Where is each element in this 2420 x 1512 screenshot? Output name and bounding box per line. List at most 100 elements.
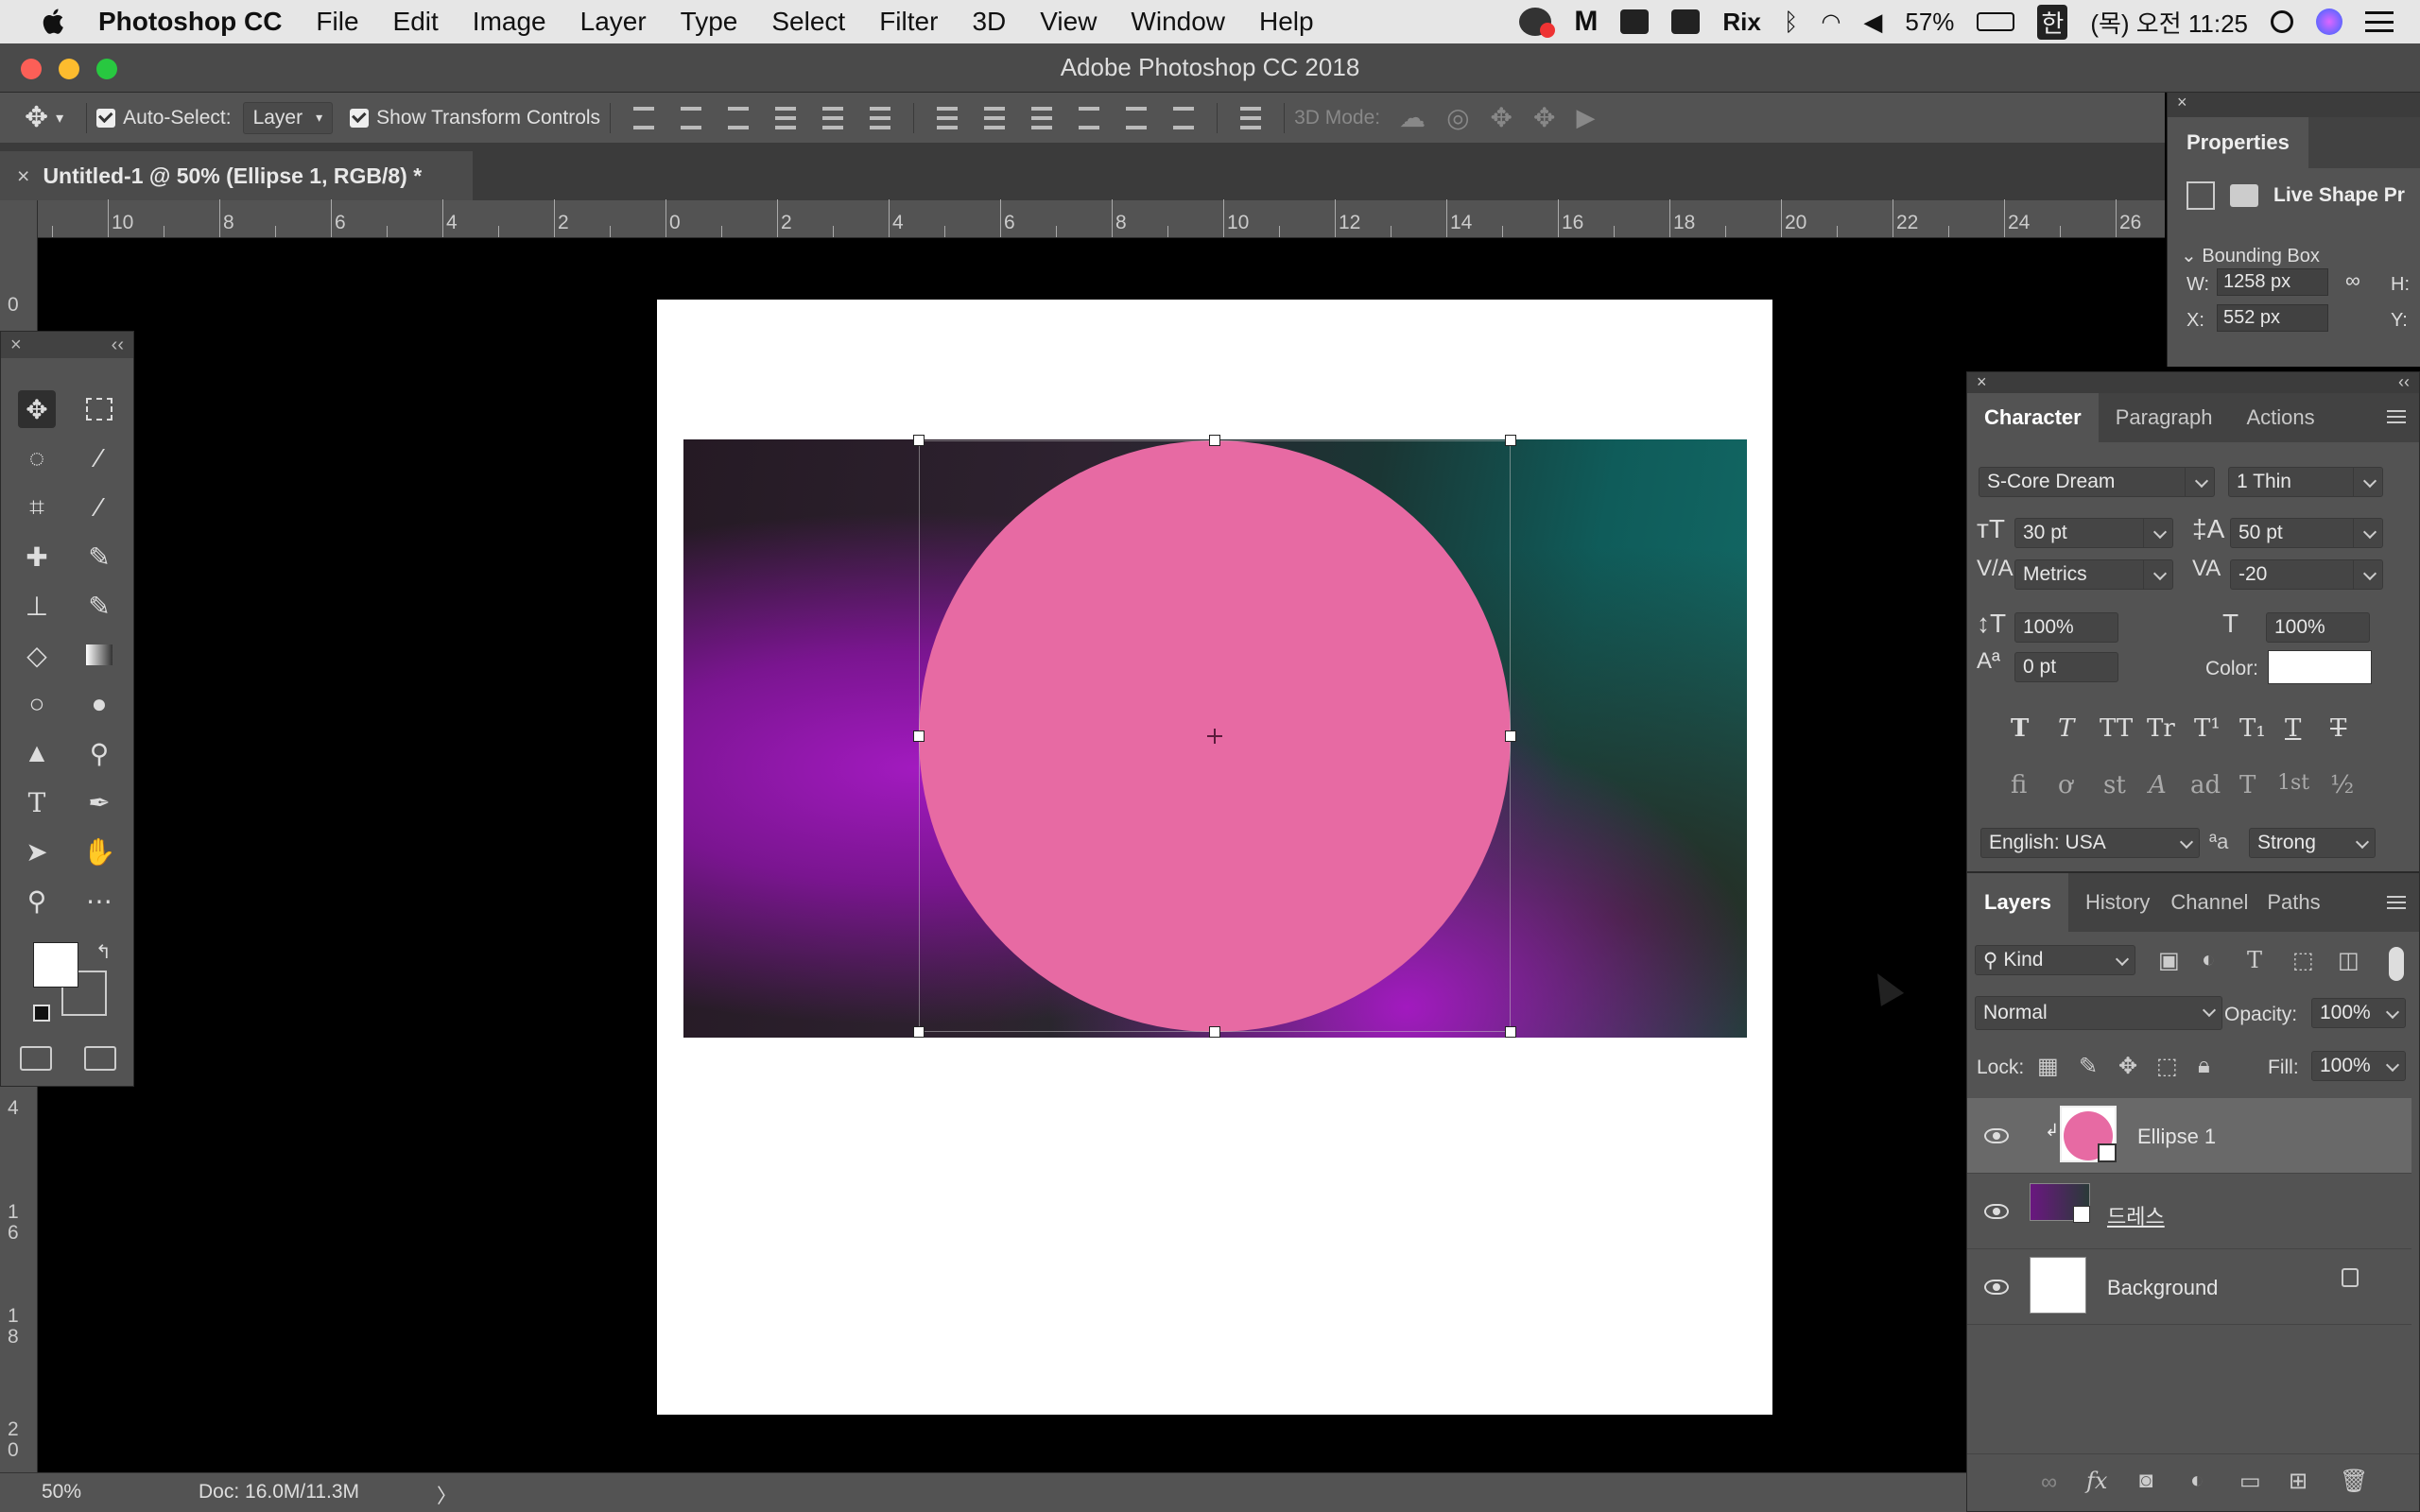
app-name[interactable]: Photoshop CC: [98, 7, 282, 37]
new-layer-icon[interactable]: ⊞: [2289, 1468, 2308, 1495]
menu-window[interactable]: Window: [1131, 7, 1225, 37]
titling-alternates-button[interactable]: T: [2239, 771, 2256, 799]
old-style-button[interactable]: ơ: [2058, 771, 2073, 799]
background-layer-thumbnail[interactable]: [2030, 1257, 2086, 1314]
visibility-eye-icon[interactable]: [1984, 1279, 2009, 1295]
close-icon[interactable]: ×: [2177, 93, 2187, 112]
ligatures-button[interactable]: fi: [2011, 771, 2027, 799]
align-hcenter-icon[interactable]: [822, 106, 844, 129]
tab-paragraph[interactable]: Paragraph: [2099, 393, 2230, 442]
add-mask-icon[interactable]: ◙: [2139, 1468, 2153, 1494]
properties-panel-topbar[interactable]: ×: [2168, 93, 2420, 117]
align-right-icon[interactable]: [870, 106, 891, 129]
align-vcenter-icon[interactable]: [681, 106, 702, 129]
faux-bold-button[interactable]: T: [2011, 714, 2029, 743]
leading-field[interactable]: 50 pt: [2230, 518, 2383, 548]
ellipse-layer-thumbnail[interactable]: [2060, 1106, 2117, 1162]
3d-camera-icon[interactable]: ▶: [1576, 103, 1595, 132]
blur-tool[interactable]: ●: [80, 685, 118, 723]
lasso-tool[interactable]: ◌: [18, 439, 56, 477]
distribute-left-icon[interactable]: [1079, 106, 1100, 129]
transform-center-icon[interactable]: [1207, 729, 1222, 744]
3d-slide-icon[interactable]: ✥: [1533, 102, 1555, 133]
auto-select-checkbox[interactable]: [96, 108, 116, 128]
menu-file[interactable]: File: [316, 7, 358, 37]
tab-history[interactable]: History: [2068, 873, 2167, 932]
notebook-icon[interactable]: [1620, 9, 1650, 34]
show-transform-checkbox[interactable]: [350, 108, 370, 128]
wifi-icon[interactable]: ◠: [1821, 9, 1841, 36]
mask-icon[interactable]: [2230, 184, 2258, 207]
type-tool[interactable]: T: [18, 783, 56, 821]
distribute-vcenter-icon[interactable]: [984, 106, 1006, 129]
tab-layers[interactable]: Layers: [1967, 873, 2068, 932]
language-select[interactable]: English: USA: [1980, 828, 2200, 858]
superscript-button[interactable]: T¹: [2194, 714, 2221, 743]
battery-icon[interactable]: [1977, 12, 2015, 31]
filter-adjustment-icon[interactable]: ◐: [2202, 947, 2216, 973]
opacity-field[interactable]: 100%: [2311, 998, 2406, 1028]
m-app-icon[interactable]: M: [1574, 6, 1598, 38]
font-style-select[interactable]: 1 Thin: [2228, 467, 2383, 497]
chat-icon[interactable]: [1519, 8, 1556, 38]
horizontal-ruler[interactable]: 10 8 6 4 2 0 2 4 6 8 10 12 14 16 18 20 22 24 26: [38, 199, 2172, 238]
menu-select[interactable]: Select: [771, 7, 845, 37]
auto-select-dropdown[interactable]: Layer ▾: [242, 101, 334, 134]
siri-icon[interactable]: [2316, 9, 2342, 35]
character-panel-topbar[interactable]: × ‹‹: [1967, 372, 2419, 393]
link-layers-icon[interactable]: ∞: [2041, 1469, 2057, 1496]
fill-field[interactable]: 100%: [2311, 1051, 2406, 1081]
move-tool[interactable]: ✥: [18, 390, 56, 428]
transform-handle-br[interactable]: [1505, 1026, 1516, 1038]
delete-layer-icon[interactable]: 🗑︎: [2340, 1468, 2368, 1495]
input-method-indicator[interactable]: 한: [2037, 4, 2068, 40]
dodge-tool[interactable]: ▲: [18, 734, 56, 772]
align-top-icon[interactable]: [633, 106, 655, 129]
layer-name[interactable]: Background: [2107, 1276, 2218, 1300]
tab-channels[interactable]: Channel: [2167, 873, 2250, 932]
bluetooth-icon[interactable]: ᛒ: [1784, 8, 1799, 37]
status-menu-arrow[interactable]: 〉: [437, 1481, 457, 1509]
horizontal-scale-field[interactable]: 100%: [2266, 612, 2370, 643]
distribute-bottom-icon[interactable]: [1031, 106, 1053, 129]
tools-panel-header[interactable]: × ‹‹: [1, 332, 133, 358]
collapse-icon[interactable]: ‹‹: [112, 335, 124, 356]
close-icon[interactable]: ×: [10, 335, 22, 356]
crop-tool[interactable]: ⌗: [18, 489, 56, 526]
stylistic-alternates-button[interactable]: ad: [2190, 771, 2221, 799]
marquee-tool[interactable]: [80, 390, 118, 428]
font-family-select[interactable]: S-Core Dream: [1979, 467, 2215, 497]
bounding-box-section-header[interactable]: ⌄ Bounding Box: [2181, 244, 2320, 267]
blend-mode-select[interactable]: Normal: [1975, 996, 2222, 1030]
align-bottom-icon[interactable]: [728, 106, 750, 129]
adjustment-layer-icon[interactable]: ◐: [2190, 1468, 2204, 1494]
link-icon[interactable]: ∞: [2345, 268, 2360, 293]
lock-all-icon[interactable]: 🔒︎: [2198, 1053, 2210, 1079]
layer-style-fx-icon[interactable]: fx: [2086, 1468, 2107, 1494]
volume-icon[interactable]: ◀: [1863, 8, 1882, 37]
ellipse-tool[interactable]: ○: [18, 685, 56, 723]
3d-drag-icon[interactable]: ✥: [1491, 102, 1512, 133]
move-tool-preset-icon[interactable]: ✥: [25, 101, 48, 134]
lock-artboard-icon[interactable]: ⬚: [2156, 1053, 2178, 1080]
panel-menu-icon[interactable]: [2387, 896, 2406, 909]
transform-handle-tl[interactable]: [913, 435, 925, 446]
visibility-eye-icon[interactable]: [1984, 1203, 2009, 1219]
swap-colors-icon[interactable]: ↰: [95, 940, 112, 964]
eyedropper-tool[interactable]: ⁄: [80, 489, 118, 526]
document-tab[interactable]: × Untitled-1 @ 50% (Ellipse 1, RGB/8) *: [0, 151, 473, 200]
zoom-level[interactable]: 50%: [42, 1481, 81, 1503]
transform-handle-l[interactable]: [913, 730, 925, 742]
lock-transparent-icon[interactable]: ▦: [2037, 1053, 2059, 1080]
quick-mask-icon[interactable]: [20, 1046, 52, 1071]
notification-center-icon[interactable]: [2365, 11, 2394, 32]
underline-button[interactable]: T: [2285, 714, 2301, 743]
close-tab-icon[interactable]: ×: [17, 163, 29, 189]
menu-type[interactable]: Type: [681, 7, 738, 37]
transform-handle-tr[interactable]: [1505, 435, 1516, 446]
swash-button[interactable]: A: [2149, 771, 2167, 799]
drive-icon[interactable]: [1671, 9, 1701, 34]
align-left-icon[interactable]: [775, 106, 797, 129]
hand-tool[interactable]: ✋: [80, 833, 118, 870]
close-icon[interactable]: ×: [1977, 372, 1987, 393]
